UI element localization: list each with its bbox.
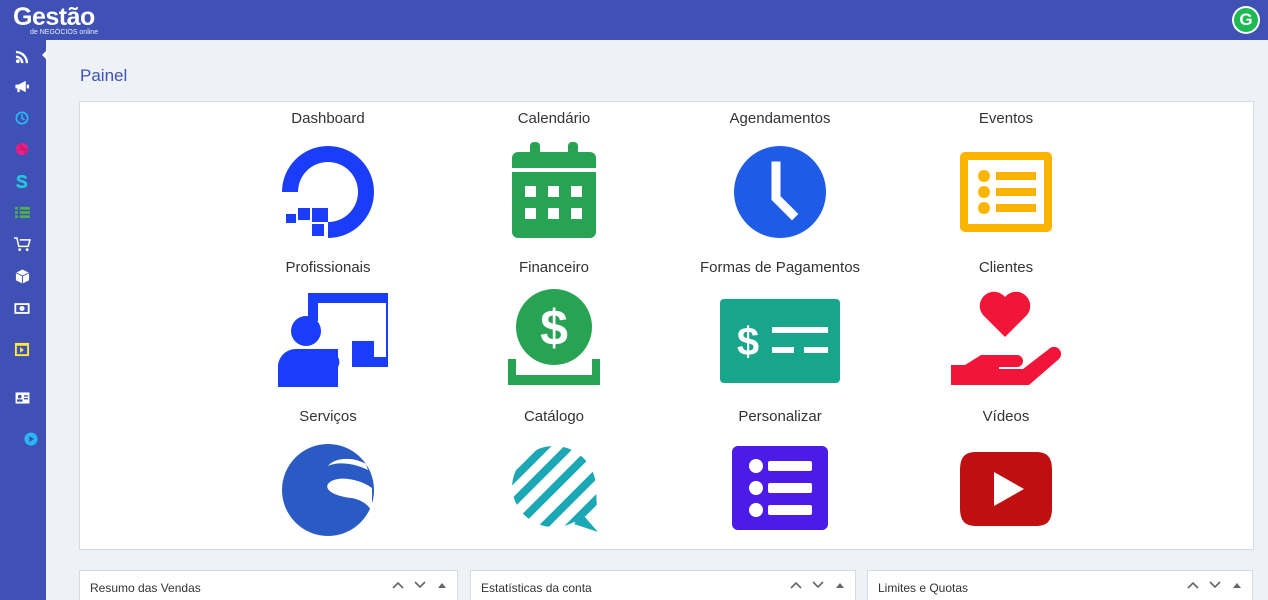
shortcuts-panel: Dashboard Calendário Agendamentos Evento… [79,101,1254,550]
tile-clientes[interactable]: Clientes [906,251,1106,391]
tile-label: Eventos [978,110,1034,127]
sidebar-item-video-slides[interactable] [13,340,31,358]
tile-calendario[interactable]: Calendário [454,102,654,242]
hand-heart-icon [951,291,1061,385]
svg-text:$: $ [540,300,568,356]
top-bar: Gestão de NEGÓCIOS online G [0,0,1268,40]
digitalocean-icon [282,146,374,238]
tile-label: Vídeos [982,408,1030,425]
tile-label: Financeiro [518,259,590,276]
move-down-button[interactable] [413,578,427,592]
box-icon [15,268,29,284]
shopware-icon [282,444,374,536]
list-square-icon [732,446,828,530]
shopware-icon [16,174,28,188]
sidebar-item-play[interactable] [22,430,40,448]
tile-agendamentos[interactable]: Agendamentos [680,102,880,242]
sidebar-item-shopware[interactable] [13,172,31,190]
tile-label: Formas de Pagamentos [699,259,861,276]
tile-eventos[interactable]: Eventos [906,102,1106,242]
tile-label: Personalizar [738,408,822,425]
svg-text:$: $ [737,320,759,364]
sidebar-item-clock[interactable] [13,109,31,127]
widget-controls [789,578,847,592]
dribbble-icon [15,142,29,156]
calendar-icon [512,142,596,238]
id-card-icon [15,392,29,404]
sidebar-active-caret [42,50,47,60]
move-up-button[interactable] [391,578,405,592]
widget-account-stats: Estatísticas da conta [470,570,856,600]
sidebar-item-megaphone[interactable] [13,77,31,95]
chevron-down-icon [1209,581,1221,589]
teacher-icon [278,293,388,387]
tile-label: Clientes [978,259,1034,276]
tile-profissionais[interactable]: Profissionais [228,251,428,391]
caret-up-icon [1233,583,1241,588]
tile-dashboard[interactable]: Dashboard [228,102,428,242]
move-down-button[interactable] [811,578,825,592]
brand-logo[interactable]: Gestão de NEGÓCIOS online [13,3,98,37]
video-slides-icon [14,342,30,356]
widget-limits-quotas: Limites e Quotas [867,570,1253,600]
collapse-button[interactable] [435,578,449,592]
tile-videos[interactable]: Vídeos [906,400,1106,540]
tile-label: Agendamentos [729,110,831,127]
widget-title: Limites e Quotas [878,581,969,595]
sidebar-item-list[interactable] [13,203,31,221]
brand-name: Gestão [13,3,95,31]
caret-up-icon [438,583,446,588]
list-icon [14,206,30,218]
list-alt-icon [960,152,1052,232]
chevron-down-icon [812,581,824,589]
money-bag-icon: $ [508,289,600,385]
tile-catalogo[interactable]: Catálogo [454,400,654,540]
tile-servicos[interactable]: Serviços [228,400,428,540]
tile-label: Serviços [299,408,357,425]
sidebar-item-rss[interactable] [13,47,31,65]
rss-icon [15,50,28,63]
tile-label: Profissionais [285,259,371,276]
avatar[interactable]: G [1232,6,1260,34]
sidebar-item-cart[interactable] [13,235,31,253]
money-check-icon: $ [720,299,840,383]
move-up-button[interactable] [789,578,803,592]
sidebar-item-box[interactable] [13,267,31,285]
money-icon [14,302,30,314]
sidebar [0,40,47,600]
chevron-up-icon [1187,581,1199,589]
chevron-up-icon [790,581,802,589]
tile-label: Dashboard [291,110,365,127]
sidebar-item-id-card[interactable] [13,389,31,407]
cart-icon [13,236,31,251]
widget-title: Estatísticas da conta [481,581,592,595]
collapse-button[interactable] [1230,578,1244,592]
chevron-up-icon [392,581,404,589]
widget-controls [391,578,449,592]
tile-label: Calendário [517,110,591,127]
play-circle-icon [24,432,38,446]
megaphone-icon [15,80,30,92]
tile-financeiro[interactable]: Financeiro $ [454,251,654,391]
stream-bubble-icon [512,446,598,532]
widget-title: Resumo das Vendas [90,581,201,595]
widget-controls [1186,578,1244,592]
youtube-icon [960,452,1052,526]
caret-up-icon [836,583,844,588]
clock-icon [15,111,29,125]
collapse-button[interactable] [833,578,847,592]
tile-personalizar[interactable]: Personalizar [680,400,880,540]
tile-formas-de-pagamentos[interactable]: Formas de Pagamentos $ [680,251,880,391]
move-down-button[interactable] [1208,578,1222,592]
page-title: Painel [80,66,128,85]
tile-label: Catálogo [523,408,585,425]
move-up-button[interactable] [1186,578,1200,592]
avatar-letter: G [1234,8,1258,32]
widget-sales-summary: Resumo das Vendas [79,570,458,600]
sidebar-item-dribbble[interactable] [13,140,31,158]
sidebar-item-money[interactable] [13,299,31,317]
brand-tagline: de NEGÓCIOS online [30,29,99,36]
chevron-down-icon [414,581,426,589]
clock-icon [734,146,826,238]
